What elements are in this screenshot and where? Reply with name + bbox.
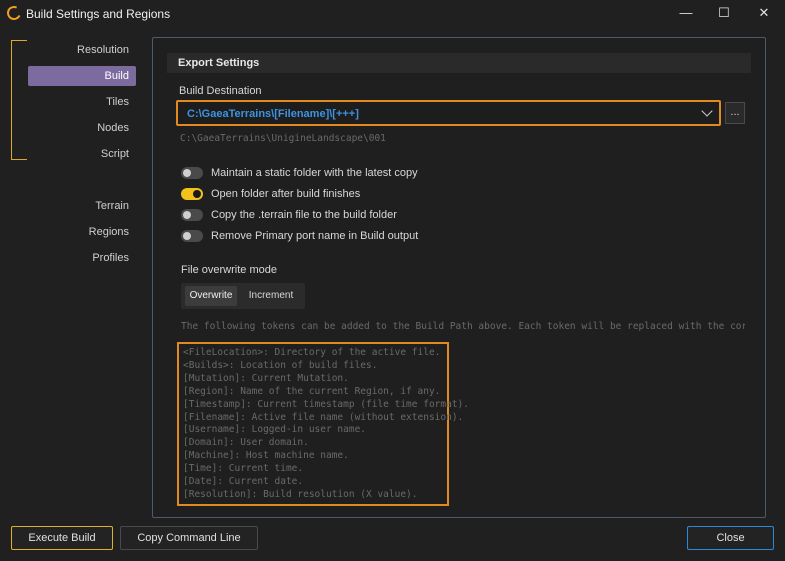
- toggle-knob: [183, 211, 191, 219]
- toggle-switch[interactable]: [181, 188, 203, 200]
- sidebar: Resolution Build Tiles Nodes Script Terr…: [0, 26, 150, 526]
- sidebar-item-terrain[interactable]: Terrain: [28, 196, 136, 216]
- toggle-label: Maintain a static folder with the latest…: [211, 167, 418, 179]
- browse-button[interactable]: ...: [725, 102, 745, 124]
- chevron-down-icon: [701, 105, 713, 117]
- sidebar-item-profiles[interactable]: Profiles: [28, 248, 136, 268]
- sidebar-item-nodes[interactable]: Nodes: [28, 118, 136, 138]
- gaea-logo-icon: [5, 4, 23, 22]
- copy-command-line-button[interactable]: Copy Command Line: [120, 526, 258, 550]
- toggle-row-static-folder[interactable]: Maintain a static folder with the latest…: [181, 167, 531, 181]
- section-header: Export Settings: [167, 53, 751, 73]
- token-line: [Domain]: User domain.: [183, 437, 309, 449]
- build-destination-value: C:\GaeaTerrains\[Filename]\[+++]: [187, 108, 359, 120]
- token-line: [Machine]: Host machine name.: [183, 450, 349, 462]
- toggle-row-copy-terrain[interactable]: Copy the .terrain file to the build fold…: [181, 209, 531, 223]
- overwrite-mode-selector: Overwrite Increment: [181, 283, 305, 309]
- sidebar-item-build[interactable]: Build: [28, 66, 136, 86]
- toggle-switch[interactable]: [181, 167, 203, 179]
- sidebar-item-resolution[interactable]: Resolution: [28, 40, 136, 60]
- sidebar-item-tiles[interactable]: Tiles: [28, 92, 136, 112]
- tokens-hint-text: The following tokens can be added to the…: [181, 321, 745, 332]
- toggle-switch[interactable]: [181, 230, 203, 242]
- export-settings-panel: Export Settings Build Destination C:\Gae…: [152, 37, 766, 518]
- token-line: [Resolution]: Build resolution (X value)…: [183, 488, 418, 500]
- toggle-knob: [183, 169, 191, 177]
- build-destination-dropdown[interactable]: C:\GaeaTerrains\[Filename]\[+++]: [176, 100, 721, 126]
- execute-build-button[interactable]: Execute Build: [11, 526, 113, 550]
- toggle-row-open-folder[interactable]: Open folder after build finishes: [181, 188, 531, 202]
- sidebar-item-script[interactable]: Script: [28, 144, 136, 164]
- tokens-list: <FileLocation>: Directory of the active …: [177, 342, 469, 506]
- build-destination-label: Build Destination: [179, 85, 262, 97]
- toggle-label: Open folder after build finishes: [211, 188, 361, 200]
- toggle-knob: [193, 190, 201, 198]
- token-line: [Mutation]: Current Mutation.: [183, 372, 349, 384]
- token-line: [Timestamp]: Current timestamp (file tim…: [183, 398, 469, 410]
- token-line: [Time]: Current time.: [183, 463, 304, 475]
- resolved-path-preview: C:\GaeaTerrains\UnigineLandscape\001: [180, 133, 386, 144]
- token-line: [Filename]: Active file name (without ex…: [183, 411, 464, 423]
- overwrite-option[interactable]: Overwrite: [185, 286, 237, 306]
- window-title: Build Settings and Regions: [26, 7, 171, 21]
- toggle-switch[interactable]: [181, 209, 203, 221]
- token-line: [Region]: Name of the current Region, if…: [183, 385, 441, 397]
- nav-group-bracket: [11, 40, 27, 160]
- title-bar: Build Settings and Regions — ☐ ✕: [0, 0, 785, 26]
- toggle-knob: [183, 232, 191, 240]
- close-window-button[interactable]: ✕: [741, 0, 785, 26]
- increment-option[interactable]: Increment: [241, 286, 301, 306]
- toggle-label: Remove Primary port name in Build output: [211, 230, 419, 242]
- toggle-row-remove-port-name[interactable]: Remove Primary port name in Build output: [181, 230, 531, 244]
- close-button[interactable]: Close: [687, 526, 774, 550]
- toggle-label: Copy the .terrain file to the build fold…: [211, 209, 397, 221]
- token-line: [Username]: Logged-in user name.: [183, 424, 367, 436]
- sidebar-item-regions[interactable]: Regions: [28, 222, 136, 242]
- token-line: [Date]: Current date.: [183, 476, 304, 488]
- token-line: <FileLocation>: Directory of the active …: [183, 347, 441, 358]
- token-line: <Builds>: Location of build files.: [183, 359, 378, 371]
- overwrite-mode-label: File overwrite mode: [181, 264, 277, 276]
